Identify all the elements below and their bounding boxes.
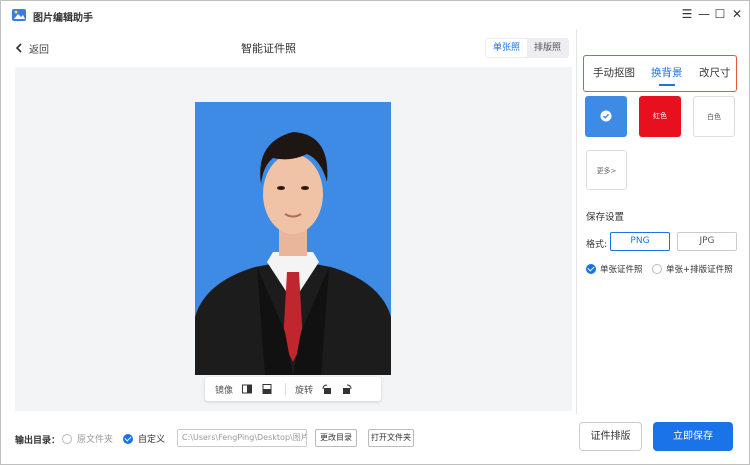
back-button[interactable]: 返回 — [15, 41, 49, 56]
save-settings-title: 保存设置 — [586, 212, 625, 223]
format-label: 格式: — [586, 240, 608, 250]
menu-icon[interactable]: ☰ — [680, 7, 694, 21]
back-label: 返回 — [29, 44, 49, 56]
original-folder-label: 原文件夹 — [77, 435, 114, 445]
save-now-button[interactable]: 立即保存 — [653, 422, 733, 451]
radio-original-folder[interactable]: 原文件夹 — [62, 432, 113, 445]
mode-switch: 单张照 排版照 — [485, 38, 569, 58]
radio-custom-folder[interactable]: 自定义 — [123, 432, 165, 445]
tab-change-background[interactable]: 换背景 — [651, 65, 683, 80]
app-window: 图片编辑助手 ☰ — ☐ ✕ 返回 智能证件照 单张照 排版照 镜像 旋转 输出… — [0, 0, 750, 465]
mirror-vertical-icon[interactable] — [261, 383, 273, 395]
check-icon — [600, 110, 612, 122]
change-dir-button[interactable]: 更改目录 — [315, 429, 357, 447]
output-dir-label: 输出目录： — [15, 436, 61, 446]
active-tab-indicator — [659, 84, 675, 86]
photo-toolbar: 镜像 旋转 — [205, 377, 381, 401]
panel-divider — [576, 29, 577, 414]
output-path-field[interactable]: C:\Users\FengPing\Desktop\图片 — [177, 429, 307, 447]
rotate-left-icon[interactable] — [321, 383, 333, 395]
option-single-label: 单张证件照 — [600, 265, 643, 275]
radio-unchecked-icon — [652, 264, 662, 274]
rotate-right-icon[interactable] — [341, 383, 353, 395]
open-folder-button[interactable]: 打开文件夹 — [368, 429, 414, 447]
radio-checked-icon — [123, 433, 133, 444]
format-png-button[interactable]: PNG — [610, 232, 670, 251]
maximize-icon[interactable]: ☐ — [713, 7, 727, 21]
tab-manual-cutout[interactable]: 手动抠图 — [593, 65, 635, 80]
title-bar: 图片编辑助手 ☰ — ☐ ✕ — [1, 1, 749, 29]
mirror-horizontal-icon[interactable] — [241, 383, 253, 395]
bg-swatch-white[interactable]: 白色 — [693, 96, 735, 137]
radio-checked-icon — [586, 264, 596, 274]
more-colors-button[interactable]: 更多> — [586, 150, 627, 190]
toolbar-divider — [285, 383, 287, 395]
chevron-left-icon — [15, 43, 22, 53]
rotate-label: 旋转 — [295, 385, 314, 396]
close-icon[interactable]: ✕ — [730, 7, 744, 21]
option-layout-label: 单张+排版证件照 — [666, 265, 733, 275]
tab-resize[interactable]: 改尺寸 — [699, 65, 731, 80]
mirror-label: 镜像 — [215, 385, 234, 396]
id-layout-button[interactable]: 证件排版 — [579, 422, 642, 451]
page-title: 智能证件照 — [241, 42, 296, 55]
custom-folder-label: 自定义 — [138, 435, 166, 445]
format-jpg-button[interactable]: JPG — [677, 232, 737, 251]
photo-preview-area: 镜像 旋转 — [15, 67, 572, 411]
portrait-image — [195, 132, 391, 375]
id-photo — [195, 102, 391, 375]
tab-layout-photo[interactable]: 排版照 — [527, 39, 568, 57]
bg-swatch-red[interactable]: 红色 — [639, 96, 681, 137]
app-logo-icon — [12, 9, 26, 21]
bg-swatch-blue[interactable] — [585, 96, 627, 137]
tab-single-photo[interactable]: 单张照 — [486, 39, 527, 57]
option-single-photo[interactable]: 单张证件照 — [586, 263, 643, 275]
app-title: 图片编辑助手 — [33, 13, 93, 24]
option-single-plus-layout[interactable]: 单张+排版证件照 — [652, 263, 733, 275]
minimize-icon[interactable]: — — [697, 7, 711, 21]
radio-unchecked-icon — [62, 433, 72, 444]
